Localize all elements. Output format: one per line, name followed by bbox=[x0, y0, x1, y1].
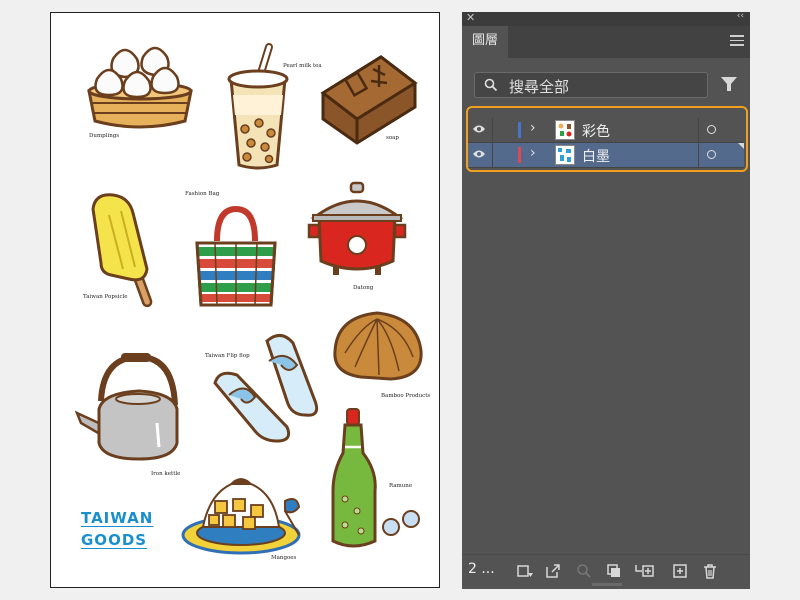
label-popsicle: Taiwan Popsicle bbox=[83, 294, 128, 300]
create-new-layer-icon[interactable] bbox=[672, 563, 688, 579]
collapse-icon[interactable]: ‹‹ bbox=[737, 11, 744, 21]
layer-row-color[interactable]: › 彩色 bbox=[466, 118, 744, 143]
layer-color-swatch bbox=[518, 147, 521, 163]
mango-ice-illustration[interactable] bbox=[181, 471, 303, 557]
brand-line-2: GOODS bbox=[81, 531, 148, 549]
fashion-bag-illustration[interactable] bbox=[191, 205, 281, 311]
tab-row: 圖層 bbox=[462, 26, 750, 58]
brand-line-1: TAIWAN bbox=[81, 509, 154, 527]
layers-panel: ✕ ‹‹ 圖層 搜尋全部 › 彩色 › 白墨 2 ... bbox=[462, 11, 750, 589]
layer-color-swatch bbox=[518, 122, 521, 138]
search-placeholder: 搜尋全部 bbox=[509, 78, 570, 96]
layer-count: 2 ... bbox=[468, 561, 495, 577]
layer-list: › 彩色 › 白墨 bbox=[466, 118, 748, 168]
filter-icon[interactable] bbox=[720, 75, 738, 93]
expand-chevron-icon[interactable]: › bbox=[530, 145, 536, 161]
label-ramune: Ramune bbox=[389, 483, 413, 489]
label-soap: soap bbox=[386, 135, 399, 141]
bamboo-hat-illustration[interactable] bbox=[331, 311, 425, 383]
label-dumplings: Dumplings bbox=[89, 133, 120, 139]
label-datong: Datong bbox=[353, 285, 374, 291]
dumplings-illustration[interactable] bbox=[85, 41, 195, 133]
layer-thumbnail bbox=[555, 145, 575, 165]
label-fashion-bag: Fashion Bag bbox=[185, 191, 220, 197]
iron-kettle-illustration[interactable] bbox=[73, 353, 183, 465]
layer-thumbnail bbox=[555, 120, 575, 140]
label-bamboo: Bamboo Products bbox=[381, 393, 431, 399]
collect-for-export-icon[interactable] bbox=[516, 563, 534, 579]
export-selection-icon[interactable] bbox=[544, 563, 562, 579]
target-circle-icon[interactable] bbox=[707, 150, 716, 159]
rice-cooker-illustration[interactable] bbox=[307, 181, 407, 281]
search-icon bbox=[484, 78, 498, 92]
tab-layers[interactable]: 圖層 bbox=[462, 26, 508, 58]
soap-illustration[interactable] bbox=[320, 53, 418, 145]
visibility-eye-icon[interactable] bbox=[472, 124, 486, 134]
close-icon[interactable]: ✕ bbox=[466, 11, 475, 24]
layer-name[interactable]: 彩色 bbox=[582, 121, 610, 141]
search-input[interactable]: 搜尋全部 bbox=[474, 72, 708, 98]
panel-footer: 2 ... bbox=[462, 554, 750, 589]
flipflop-illustration[interactable] bbox=[211, 331, 323, 443]
selection-indicator-icon bbox=[738, 143, 744, 149]
target-circle-icon[interactable] bbox=[707, 125, 716, 134]
artboard[interactable]: Dumplings Pearl milk tea soap Fashion Ba… bbox=[50, 12, 440, 588]
expand-chevron-icon[interactable]: › bbox=[530, 120, 536, 136]
panel-title-bar: ✕ ‹‹ bbox=[462, 11, 750, 26]
label-mangoes: Mangoes bbox=[271, 555, 297, 561]
ramune-illustration[interactable] bbox=[331, 407, 431, 553]
resize-handle[interactable] bbox=[592, 583, 622, 586]
layer-name[interactable]: 白墨 bbox=[582, 146, 610, 166]
locate-object-icon[interactable] bbox=[576, 563, 592, 579]
create-sublayer-icon[interactable] bbox=[634, 563, 656, 579]
panel-menu-icon[interactable] bbox=[730, 35, 744, 47]
label-milk-tea: Pearl milk tea bbox=[283, 63, 322, 69]
label-kettle: Iron kettle bbox=[151, 471, 181, 477]
delete-layer-icon[interactable] bbox=[702, 563, 718, 579]
layer-row-white-ink[interactable]: › 白墨 bbox=[466, 143, 744, 168]
visibility-eye-icon[interactable] bbox=[472, 149, 486, 159]
make-clipping-mask-icon[interactable] bbox=[606, 563, 622, 579]
